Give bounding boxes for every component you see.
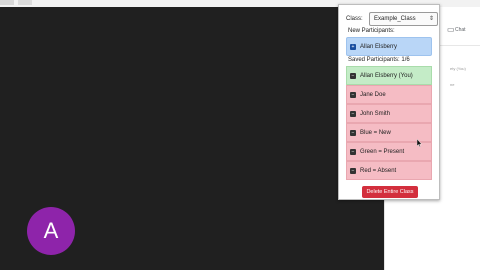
- browser-tab[interactable]: [0, 0, 14, 5]
- minus-icon[interactable]: −: [350, 91, 356, 98]
- minus-icon[interactable]: −: [350, 129, 356, 136]
- video-call-area: A: [0, 7, 384, 270]
- delete-class-button[interactable]: Delete Entire Class: [362, 186, 418, 198]
- side-faint-text: ne: [450, 82, 455, 87]
- minus-icon[interactable]: −: [350, 167, 356, 174]
- new-participants-label: New Participants:: [348, 28, 395, 34]
- saved-participant-item[interactable]: − John Smith: [346, 104, 432, 123]
- attendance-popup: Class: Example_Class ⇕ New Participants:…: [338, 4, 440, 200]
- participant-name: Allan Elsberry: [360, 43, 398, 50]
- saved-participants-label: Saved Participants: 1/6: [348, 57, 410, 63]
- new-participant-item[interactable]: + Allan Elsberry: [346, 37, 432, 56]
- saved-participant-item[interactable]: − Red = Absent: [346, 161, 432, 180]
- participant-name: Blue = New: [360, 129, 391, 136]
- saved-participant-item[interactable]: − Allan Elsberry (You): [346, 66, 432, 85]
- minus-icon[interactable]: −: [350, 148, 356, 155]
- avatar: A: [27, 207, 75, 255]
- participant-name: Jane Doe: [360, 91, 386, 98]
- browser-tab[interactable]: [18, 0, 32, 5]
- participant-name: Red = Absent: [360, 167, 397, 174]
- mouse-cursor-icon: [417, 139, 422, 147]
- class-select-value: Example_Class: [374, 16, 416, 22]
- minus-icon[interactable]: −: [350, 110, 356, 117]
- side-faint-text: ety (You): [450, 66, 466, 71]
- select-arrows-icon: ⇕: [428, 16, 434, 22]
- saved-participant-item[interactable]: − Jane Doe: [346, 85, 432, 104]
- class-row: Class: Example_Class ⇕: [346, 12, 438, 26]
- class-select[interactable]: Example_Class ⇕: [369, 12, 438, 26]
- chat-label[interactable]: Chat: [455, 27, 466, 33]
- plus-icon[interactable]: +: [350, 43, 356, 50]
- class-label: Class:: [346, 16, 363, 22]
- participant-name: Allan Elsberry (You): [360, 72, 413, 79]
- chat-bubble-icon[interactable]: ▭: [447, 25, 455, 34]
- minus-icon[interactable]: −: [350, 72, 356, 79]
- participant-name: Green = Present: [360, 148, 405, 155]
- participant-name: John Smith: [360, 110, 391, 117]
